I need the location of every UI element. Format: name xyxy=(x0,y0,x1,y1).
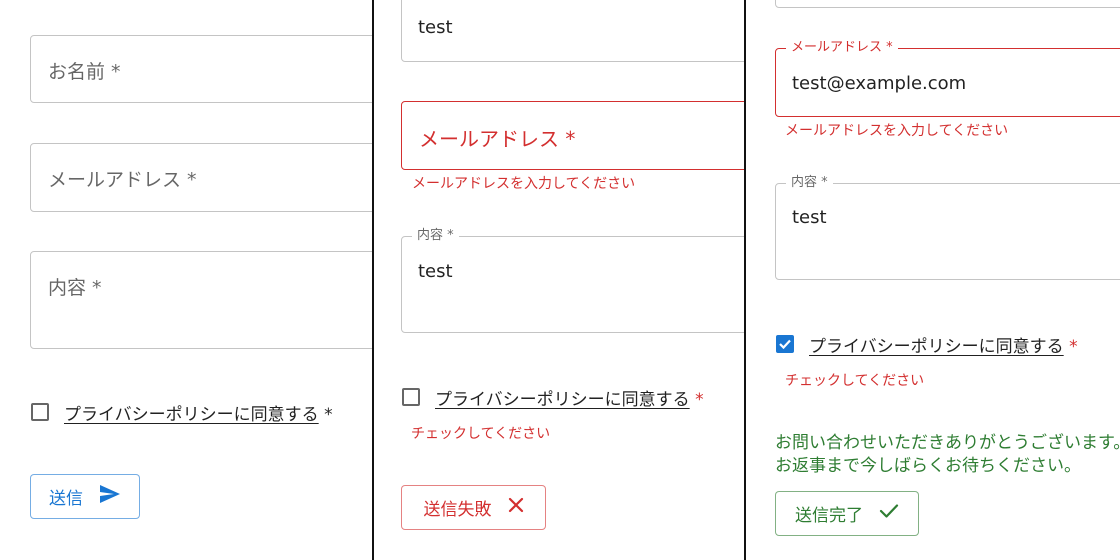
contact-form-initial: お名前 * メールアドレス * 内容 * プライバシーポリシーに同意する * 送… xyxy=(0,0,372,560)
name-field[interactable]: お名前 * xyxy=(30,35,372,103)
privacy-checkbox[interactable] xyxy=(402,388,420,406)
submit-button[interactable]: 送信 xyxy=(30,474,140,519)
email-field-value: test@example.com xyxy=(792,73,967,94)
success-message: お問い合わせいただきありがとうございます。 お返事まで今しばらくお待ちください。 xyxy=(775,432,1120,478)
email-error-text: メールアドレスを入力してください xyxy=(412,176,636,192)
name-field[interactable]: test xyxy=(401,0,744,62)
name-field-value: test xyxy=(418,17,453,38)
content-field[interactable]: 内容 * test xyxy=(775,175,1120,280)
email-field-label: メールアドレス * xyxy=(786,40,898,56)
submit-failed-button[interactable]: 送信失敗 xyxy=(401,485,546,530)
contact-form-failed: test メールアドレス * メールアドレスを入力してください 内容 * tes… xyxy=(374,0,744,560)
privacy-error-text: チェックしてください xyxy=(411,426,551,442)
privacy-checkbox[interactable] xyxy=(776,335,794,353)
privacy-policy-link[interactable]: プライバシーポリシーに同意する xyxy=(435,390,690,410)
name-field[interactable] xyxy=(775,0,1120,8)
email-field[interactable]: メールアドレス * test@example.com xyxy=(775,40,1120,117)
required-mark: * xyxy=(324,405,333,425)
email-field-placeholder: メールアドレス * xyxy=(48,169,197,191)
submit-button-label: 送信 xyxy=(49,489,83,509)
privacy-label[interactable]: プライバシーポリシーに同意する * xyxy=(64,400,333,425)
privacy-error-text: チェックしてください xyxy=(785,373,925,389)
success-message-line2: お返事まで今しばらくお待ちください。 xyxy=(775,456,1081,476)
check-icon xyxy=(879,503,899,524)
privacy-policy-link[interactable]: プライバシーポリシーに同意する xyxy=(64,405,319,425)
check-mark-icon xyxy=(779,339,791,350)
content-field-label: 内容 * xyxy=(412,228,459,244)
email-field-placeholder: メールアドレス * xyxy=(419,127,576,151)
content-field[interactable]: 内容 * test xyxy=(401,228,744,333)
required-mark: * xyxy=(695,390,704,410)
required-mark: * xyxy=(1069,337,1078,357)
privacy-label[interactable]: プライバシーポリシーに同意する * xyxy=(809,332,1078,357)
contact-form-success: メールアドレス * test@example.com メールアドレスを入力してく… xyxy=(746,0,1120,560)
privacy-label[interactable]: プライバシーポリシーに同意する * xyxy=(435,385,704,410)
content-field[interactable]: 内容 * xyxy=(30,251,372,349)
content-field-label: 内容 * xyxy=(786,175,833,191)
success-message-line1: お問い合わせいただきありがとうございます。 xyxy=(775,433,1120,453)
name-field-placeholder: お名前 * xyxy=(48,61,121,83)
content-field-placeholder: 内容 * xyxy=(48,277,102,299)
submit-button-label: 送信完了 xyxy=(795,506,863,526)
privacy-policy-link[interactable]: プライバシーポリシーに同意する xyxy=(809,337,1064,357)
content-field-value: test xyxy=(418,261,453,282)
content-field-value: test xyxy=(792,207,827,228)
close-icon xyxy=(508,497,524,518)
email-error-text: メールアドレスを入力してください xyxy=(785,123,1009,139)
email-field[interactable]: メールアドレス * xyxy=(30,143,372,212)
submit-button-label: 送信失敗 xyxy=(423,500,492,520)
send-icon xyxy=(99,484,121,509)
email-field[interactable]: メールアドレス * xyxy=(401,101,744,170)
submit-complete-button[interactable]: 送信完了 xyxy=(775,491,919,536)
privacy-checkbox[interactable] xyxy=(31,403,49,421)
